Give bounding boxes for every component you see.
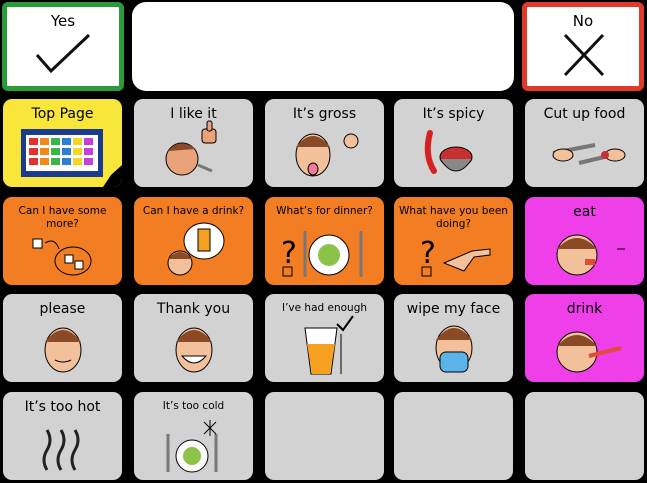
more-icon: [32, 238, 92, 276]
eating-thumbs-up-icon: [165, 120, 217, 176]
tile-can-i-have-a-drink[interactable]: Can I have a drink?: [134, 197, 253, 285]
tile-thank-you[interactable]: Thank you: [134, 294, 253, 382]
tile-can-i-have-some-more[interactable]: Can I have some more?: [3, 197, 122, 285]
tile-top-page[interactable]: Top Page: [3, 99, 122, 187]
tile-ive-had-enough[interactable]: I’ve had enough: [265, 294, 384, 382]
tile-wipe-my-face[interactable]: wipe my face: [394, 294, 513, 382]
tile-empty-1[interactable]: [265, 392, 384, 480]
smiling-face-icon: [175, 327, 213, 373]
tile-empty-3[interactable]: [525, 392, 644, 480]
pointing-hand-icon: ?: [420, 236, 491, 277]
cold-plate-icon: [166, 420, 218, 473]
tile-please[interactable]: please: [3, 294, 122, 382]
grid-page-icon: [21, 129, 122, 187]
knife-fork-icon: [552, 143, 626, 165]
tile-eat[interactable]: eat: [525, 197, 644, 285]
tile-its-gross[interactable]: It’s gross: [265, 99, 384, 187]
gross-face-icon: [295, 133, 359, 177]
svg-text:?: ?: [281, 236, 297, 271]
tile-empty-2[interactable]: [394, 392, 513, 480]
tile-whats-for-dinner[interactable]: What’s for dinner? ?: [265, 197, 384, 285]
thought-drink-icon: [167, 222, 225, 276]
chilli-bowl-icon: [424, 130, 473, 174]
svg-text:?: ?: [420, 236, 436, 271]
eating-face-icon: [556, 234, 625, 276]
dinner-plate-icon: ?: [281, 231, 363, 277]
tile-cut-up-food[interactable]: Cut up food: [525, 99, 644, 187]
tile-what-have-you-been-doing[interactable]: What have you been doing? ?: [394, 197, 513, 285]
wipe-face-icon: [435, 325, 473, 373]
no-button[interactable]: No: [522, 2, 644, 91]
drinking-face-icon: [556, 331, 622, 373]
check-icon: [35, 33, 91, 74]
tile-its-too-hot[interactable]: It’s too hot: [3, 392, 122, 480]
yes-button[interactable]: Yes: [2, 2, 124, 91]
glass-check-icon: [304, 315, 354, 375]
tile-i-like-it[interactable]: I like it: [134, 99, 253, 187]
heat-waves-icon: [42, 429, 80, 471]
tile-its-too-cold[interactable]: It’s too cold: [134, 392, 253, 480]
please-face-icon: [44, 327, 82, 373]
tile-its-spicy[interactable]: It’s spicy: [394, 99, 513, 187]
cross-icon: [563, 33, 605, 77]
tile-drink[interactable]: drink: [525, 294, 644, 382]
message-bar[interactable]: [132, 2, 514, 91]
